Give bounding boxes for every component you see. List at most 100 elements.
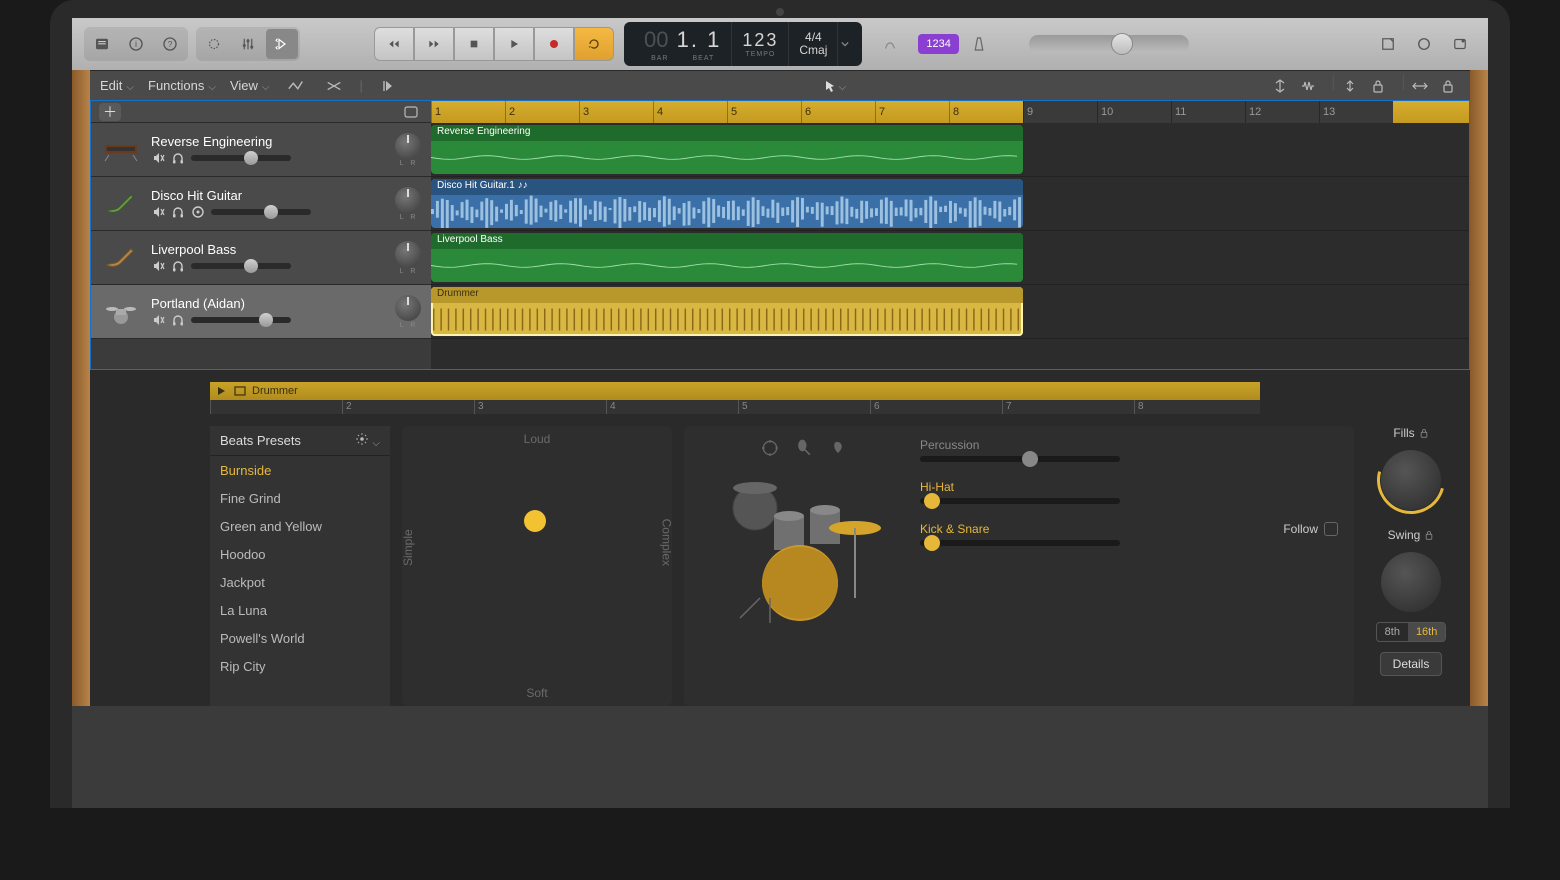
ruler-bar[interactable]: 10 xyxy=(1097,101,1171,123)
preset-item[interactable]: Green and Yellow xyxy=(210,512,390,540)
follow-checkbox[interactable] xyxy=(1324,522,1338,536)
ruler-bar[interactable]: 11 xyxy=(1171,101,1245,123)
help-icon[interactable]: ? xyxy=(154,29,186,59)
swing-8th[interactable]: 8th xyxy=(1377,623,1408,641)
kicksnare-slider[interactable] xyxy=(920,540,1120,546)
ruler-bar[interactable]: 6 xyxy=(801,101,875,123)
drummer-ruler-tick[interactable]: 7 xyxy=(1002,400,1134,414)
ruler-bar[interactable]: 7 xyxy=(875,101,949,123)
drummer-ruler-tick[interactable]: 3 xyxy=(474,400,606,414)
timeline[interactable]: 12345678910111213 Reverse Engineering Di… xyxy=(431,101,1469,369)
track-volume-slider[interactable]: .track-row:nth-child(4) .track-vol::afte… xyxy=(191,317,291,323)
headphones-icon[interactable] xyxy=(171,151,185,165)
headphones-icon[interactable] xyxy=(171,205,185,219)
track-volume-slider[interactable]: .track-row:nth-child(1) .track-vol::afte… xyxy=(191,155,291,161)
master-volume-slider[interactable] xyxy=(1029,35,1189,53)
smart-controls-icon[interactable] xyxy=(198,29,230,59)
swing-lock-icon[interactable] xyxy=(1424,530,1434,540)
ruler-bar[interactable]: 3 xyxy=(579,101,653,123)
flex-icon[interactable] xyxy=(322,75,346,97)
region[interactable]: Disco Hit Guitar.1 ♪♪ xyxy=(431,179,1023,228)
view-menu[interactable]: View xyxy=(230,78,270,93)
add-track-button[interactable]: ＋ xyxy=(99,103,121,121)
hzoom-icon[interactable] xyxy=(1408,75,1432,97)
mixer-icon[interactable] xyxy=(232,29,264,59)
drummer-ruler-tick[interactable]: 5 xyxy=(738,400,870,414)
pointer-tool-icon[interactable] xyxy=(822,75,846,97)
ruler-bar[interactable]: 1 xyxy=(431,101,505,123)
forward-button[interactable] xyxy=(414,27,454,61)
pan-knob[interactable] xyxy=(395,241,421,267)
ruler-bar[interactable]: 12 xyxy=(1245,101,1319,123)
pan-knob[interactable] xyxy=(395,295,421,321)
play-region-icon[interactable] xyxy=(216,386,228,396)
ruler-bar[interactable]: 9 xyxy=(1023,101,1097,123)
catch-icon[interactable] xyxy=(377,75,401,97)
drum-kit-graphic[interactable] xyxy=(700,438,900,694)
library-icon[interactable] xyxy=(86,29,118,59)
drummer-ruler-tick[interactable]: 6 xyxy=(870,400,1002,414)
drummer-ruler-tick[interactable]: 8 xyxy=(1134,400,1266,414)
ruler-bar[interactable]: 4 xyxy=(653,101,727,123)
swing-16th[interactable]: 16th xyxy=(1408,623,1445,641)
presets-gear-icon[interactable] xyxy=(355,432,380,449)
mute-icon[interactable] xyxy=(151,313,165,327)
fills-lock-icon[interactable] xyxy=(1419,428,1429,438)
mute-icon[interactable] xyxy=(151,205,165,219)
pan-knob[interactable] xyxy=(395,187,421,213)
loop-browser-icon[interactable] xyxy=(1408,29,1440,59)
input-monitor-icon[interactable] xyxy=(191,205,205,219)
track-row[interactable]: Portland (Aidan) .track-row:nth-child(4)… xyxy=(91,285,431,339)
shaker-icon[interactable] xyxy=(794,438,814,458)
lcd-tempo[interactable]: 123 xyxy=(742,31,778,49)
preset-item[interactable]: Hoodoo xyxy=(210,540,390,568)
region[interactable]: Liverpool Bass xyxy=(431,233,1023,282)
bar-ruler[interactable]: 12345678910111213 xyxy=(431,101,1469,123)
percussion-slider[interactable]: .kc-slider.gray::after{left:55%} xyxy=(920,456,1120,462)
preset-item[interactable]: Powell's World xyxy=(210,624,390,652)
headphones-icon[interactable] xyxy=(171,313,185,327)
play-button[interactable] xyxy=(494,27,534,61)
metronome-icon[interactable] xyxy=(963,29,995,59)
cycle-button[interactable] xyxy=(574,27,614,61)
mute-icon[interactable] xyxy=(151,259,165,273)
details-button[interactable]: Details xyxy=(1380,652,1443,676)
record-button[interactable] xyxy=(534,27,574,61)
headphones-icon[interactable] xyxy=(171,259,185,273)
ruler-bar[interactable]: 8 xyxy=(949,101,1023,123)
lcd-dropdown-icon[interactable] xyxy=(838,22,852,66)
functions-menu[interactable]: Functions xyxy=(148,78,216,93)
count-in-badge[interactable]: 1234 xyxy=(918,34,958,54)
fills-knob[interactable] xyxy=(1381,450,1441,510)
lcd-bar[interactable]: 1. 1 xyxy=(668,27,721,52)
edit-menu[interactable]: Edit xyxy=(100,78,134,93)
editors-icon[interactable] xyxy=(266,29,298,59)
lcd-key[interactable]: Cmaj xyxy=(799,44,827,57)
pan-knob[interactable] xyxy=(395,133,421,159)
track-header-menu-icon[interactable] xyxy=(399,101,423,123)
preset-item[interactable]: Rip City xyxy=(210,652,390,680)
tuner-icon[interactable] xyxy=(874,29,906,59)
ruler-bar[interactable]: 5 xyxy=(727,101,801,123)
tambourine-icon[interactable] xyxy=(760,438,780,458)
drummer-ruler[interactable]: 2345678 xyxy=(210,400,1260,414)
xy-puck[interactable] xyxy=(524,510,546,532)
stop-button[interactable] xyxy=(454,27,494,61)
track-row[interactable]: Reverse Engineering .track-row:nth-child… xyxy=(91,123,431,177)
media-browser-icon[interactable] xyxy=(1444,29,1476,59)
preset-item[interactable]: La Luna xyxy=(210,596,390,624)
rewind-button[interactable] xyxy=(374,27,414,61)
region[interactable]: Reverse Engineering xyxy=(431,125,1023,174)
region[interactable]: Drummer xyxy=(431,287,1023,336)
clap-icon[interactable] xyxy=(828,438,848,458)
xy-pad[interactable]: Loud Soft Simple Complex xyxy=(402,426,672,706)
lock2-icon[interactable] xyxy=(1436,75,1460,97)
drummer-ruler-tick[interactable]: 4 xyxy=(606,400,738,414)
swing-knob[interactable] xyxy=(1381,552,1441,612)
track-volume-slider[interactable]: .track-row:nth-child(2) .track-vol::afte… xyxy=(211,209,311,215)
drummer-ruler-tick[interactable] xyxy=(210,400,342,414)
hihat-slider[interactable]: .kc-slider.yellow::after{left:6%} xyxy=(920,498,1120,504)
preset-item[interactable]: Jackpot xyxy=(210,568,390,596)
vzoom-icon[interactable] xyxy=(1268,75,1292,97)
vzoom2-icon[interactable] xyxy=(1338,75,1362,97)
